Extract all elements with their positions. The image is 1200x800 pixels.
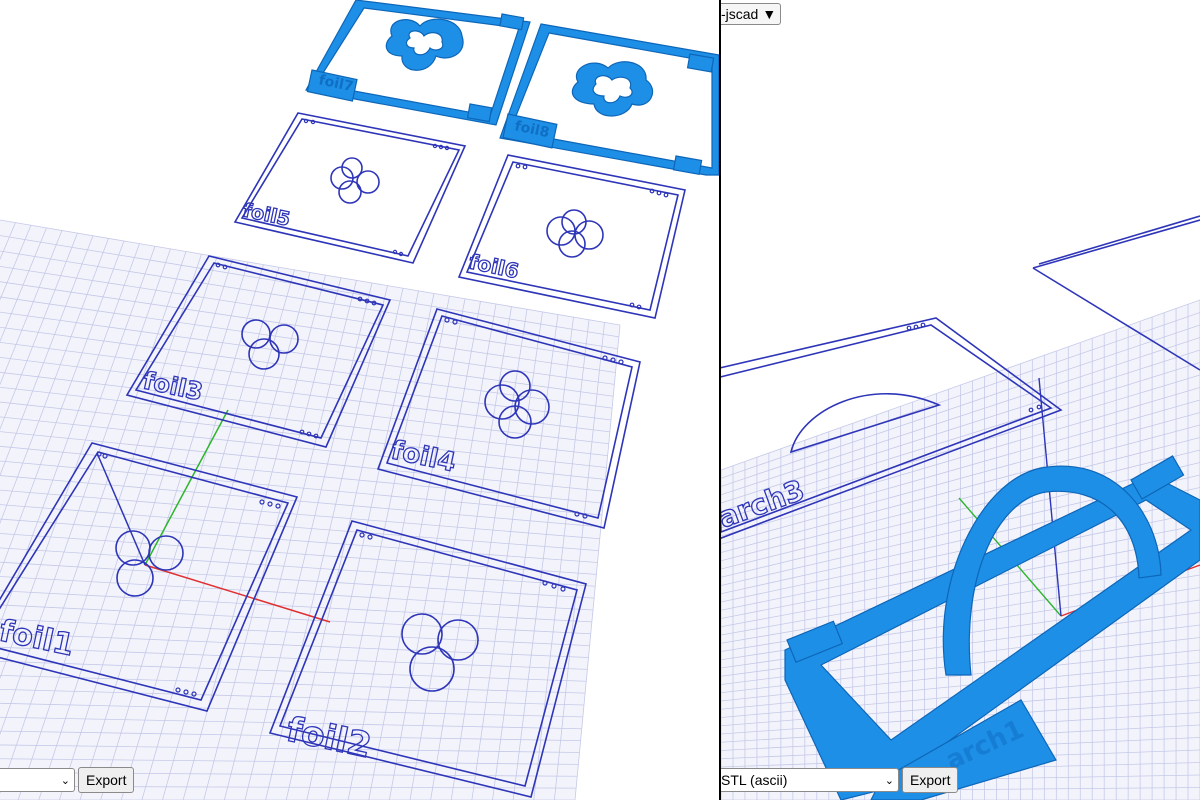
right-toolbar: STL (ascii) ⌄ Export (721, 767, 959, 793)
left-toolbar: ⌄ Export (0, 767, 135, 793)
part-foil7[interactable]: foil7 (305, 0, 531, 126)
foil5-label: foil5 (241, 199, 292, 230)
chevron-down-icon: ⌄ (60, 774, 70, 787)
chevron-down-icon: ⌄ (884, 774, 894, 787)
triangle-down-icon: ▼ (762, 6, 777, 22)
left-format-select[interactable]: ⌄ (0, 768, 75, 792)
right-viewer[interactable]: arch3 arch1 -jscad ▼ STL (ascii) ⌄ Expor… (721, 0, 1200, 800)
part-foil8[interactable]: foil8 (499, 23, 719, 176)
part-foil6[interactable]: foil6 (457, 154, 686, 319)
script-dropdown[interactable]: -jscad ▼ (721, 3, 782, 25)
right-format-select-value: STL (ascii) (721, 772, 788, 788)
right-3d-canvas[interactable]: arch3 arch1 (721, 0, 1200, 800)
left-viewer[interactable]: foil1 foil2 foil3 foil4 foil5 foil6 foil… (0, 0, 719, 800)
right-export-button[interactable]: Export (902, 767, 959, 793)
foil6-label: foil6 (467, 249, 521, 283)
left-3d-canvas[interactable]: foil1 foil2 foil3 foil4 foil5 foil6 foil… (0, 0, 719, 800)
script-dropdown-label: -jscad (721, 6, 759, 22)
part-foil5[interactable]: foil5 (233, 112, 467, 264)
left-export-button[interactable]: Export (78, 767, 135, 793)
right-format-select[interactable]: STL (ascii) ⌄ (721, 768, 899, 792)
